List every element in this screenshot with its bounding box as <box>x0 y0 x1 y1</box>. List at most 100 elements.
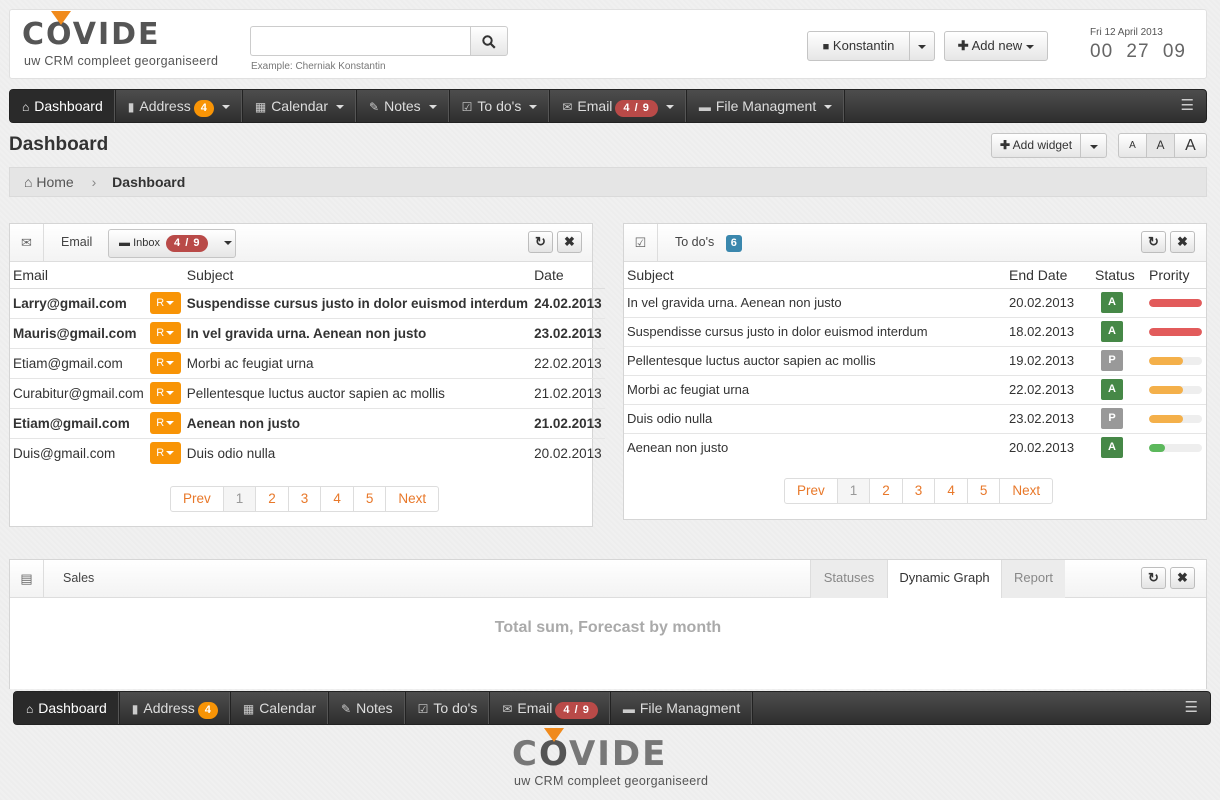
reply-label: R <box>156 327 165 339</box>
close-button[interactable]: ✖ <box>1170 231 1195 253</box>
email-subject: Suspendisse cursus justo in dolor euismo… <box>183 287 532 318</box>
table-row[interactable]: Duis odio nulla 23.02.2013 P <box>624 403 1206 433</box>
col-status[interactable]: Status <box>1092 262 1146 289</box>
folder-select[interactable]: ▬ Inbox 4 / 9 <box>108 229 236 258</box>
status-badge: A <box>1101 292 1123 313</box>
reply-button[interactable]: R <box>149 322 181 344</box>
pager-next[interactable]: Next <box>386 487 438 511</box>
nav-item-file-managment[interactable]: ▬ File Managment <box>687 90 846 122</box>
refresh-button[interactable]: ↻ <box>528 231 553 253</box>
table-row[interactable]: Pellentesque luctus auctor sapien ac mol… <box>624 345 1206 375</box>
nav-item-email[interactable]: ✉ Email 4 / 9 <box>550 90 687 122</box>
todo-widget-header: ☑ To do's 6 ↻ ✖ <box>624 224 1206 262</box>
email-address: Mauris@gmail.com <box>10 317 147 348</box>
nav-item-calendar[interactable]: ▦ Calendar <box>231 692 330 724</box>
nav-item-address[interactable]: ▮ Address 4 <box>116 90 243 122</box>
tab-dynamic-graph[interactable]: Dynamic Graph <box>887 560 1001 598</box>
tab-report[interactable]: Report <box>1001 560 1065 598</box>
pager-page-2[interactable]: 2 <box>256 487 289 511</box>
todo-end-date: 20.02.2013 <box>1006 287 1092 317</box>
nav-item-notes[interactable]: ✎ Notes <box>357 90 450 122</box>
col-email[interactable]: Email <box>10 262 147 289</box>
email-table-header: Email Subject Date <box>10 262 605 289</box>
user-dropdown-toggle[interactable] <box>909 31 935 61</box>
todo-subject: Suspendisse cursus justo in dolor euismo… <box>624 316 1006 346</box>
priority-cell <box>1146 403 1206 433</box>
font-size-small-button[interactable]: A <box>1118 133 1147 158</box>
status-cell: A <box>1092 432 1146 462</box>
nav-item-notes[interactable]: ✎ Notes <box>329 692 406 724</box>
tab-statuses[interactable]: Statuses <box>810 560 887 598</box>
close-button[interactable]: ✖ <box>557 231 582 253</box>
menu-icon[interactable]: ☰ <box>1173 692 1210 724</box>
nav-item-calendar[interactable]: ▦ Calendar <box>243 90 358 122</box>
pager-page-3[interactable]: 3 <box>903 479 936 503</box>
pager-page-3[interactable]: 3 <box>289 487 322 511</box>
pencil-icon: ✎ <box>369 100 380 114</box>
search-input[interactable] <box>250 26 470 56</box>
reply-label: R <box>156 447 165 460</box>
todo-subject: Pellentesque luctus auctor sapien ac mol… <box>624 345 1006 375</box>
nav-item-to-do-s[interactable]: ☑ To do's <box>450 90 551 122</box>
table-row[interactable]: Etiam@gmail.com R Morbi ac feugiat urna 22.… <box>10 347 605 378</box>
col-priority[interactable]: Prority <box>1146 262 1206 289</box>
pager-page-4[interactable]: 4 <box>935 479 968 503</box>
pager-next[interactable]: Next <box>1000 479 1052 503</box>
font-size-large-button[interactable]: A <box>1174 133 1207 158</box>
email-date: 20.02.2013 <box>531 437 605 468</box>
pager-prev[interactable]: Prev <box>171 487 224 511</box>
col-date[interactable]: Date <box>531 262 605 289</box>
nav-item-label: Email <box>577 98 613 114</box>
nav-item-label: To do's <box>477 98 522 114</box>
reply-button[interactable]: R <box>149 292 181 314</box>
col-end-date[interactable]: End Date <box>1006 262 1092 289</box>
table-row[interactable]: Mauris@gmail.com R In vel gravida urna. Ae… <box>10 317 605 348</box>
table-row[interactable]: Duis@gmail.com R Duis odio nulla 20.02.2013 <box>10 437 605 468</box>
footer-logo[interactable]: COVIDE <box>512 737 667 771</box>
table-row[interactable]: In vel gravida urna. Aenean non justo 20.… <box>624 287 1206 317</box>
logo[interactable]: COVIDE <box>22 18 161 52</box>
breadcrumb: ⌂ Home › Dashboard <box>9 167 1207 197</box>
breadcrumb-home[interactable]: Home <box>36 174 73 190</box>
font-size-medium-button[interactable]: A <box>1146 133 1175 158</box>
table-row[interactable]: Larry@gmail.com R Suspendisse cursus justo… <box>10 287 605 318</box>
table-row[interactable]: Morbi ac feugiat urna 22.02.2013 A <box>624 374 1206 404</box>
search-button[interactable] <box>470 26 508 56</box>
pager-page-5[interactable]: 5 <box>354 487 387 511</box>
pager-page-2[interactable]: 2 <box>870 479 903 503</box>
reply-button[interactable]: R <box>149 442 181 465</box>
reply-button[interactable]: R <box>149 352 181 374</box>
reply-cell: R <box>146 377 184 408</box>
table-row[interactable]: Suspendisse cursus justo in dolor euismo… <box>624 316 1206 346</box>
pager-prev[interactable]: Prev <box>785 479 838 503</box>
reply-button[interactable]: R <box>149 382 181 404</box>
nav-item-file-managment[interactable]: ▬ File Managment <box>611 692 754 724</box>
nav-item-dashboard[interactable]: ⌂ Dashboard <box>14 692 120 724</box>
pager-page-4[interactable]: 4 <box>321 487 354 511</box>
add-new-button[interactable]: ✚ Add new <box>944 31 1048 61</box>
add-widget-label: Add widget <box>1012 138 1073 152</box>
user-button[interactable]: ■ Konstantin <box>807 31 910 61</box>
pager-page-5[interactable]: 5 <box>968 479 1001 503</box>
nav-item-email[interactable]: ✉ Email 4 / 9 <box>490 692 611 724</box>
nav-item-dashboard[interactable]: ⌂ Dashboard <box>10 90 116 122</box>
priority-bar <box>1149 414 1202 423</box>
close-button[interactable]: ✖ <box>1170 567 1195 589</box>
menu-icon[interactable]: ☰ <box>1169 90 1206 122</box>
refresh-button[interactable]: ↻ <box>1141 567 1166 589</box>
todo-title: To do's <box>675 235 715 249</box>
table-row[interactable]: Etiam@gmail.com R Aenean non justo 21.02.20… <box>10 407 605 438</box>
reply-button[interactable]: R <box>149 412 181 434</box>
pager-page-1[interactable]: 1 <box>223 487 257 511</box>
nav-item-to-do-s[interactable]: ☑ To do's <box>406 692 491 724</box>
col-subject[interactable]: Subject <box>624 262 1006 289</box>
nav-item-address[interactable]: ▮ Address 4 <box>120 692 231 724</box>
pager-page-1[interactable]: 1 <box>837 479 871 503</box>
add-widget-button[interactable]: ✚ Add widget <box>991 133 1081 158</box>
refresh-button[interactable]: ↻ <box>1141 231 1166 253</box>
table-row[interactable]: Aenean non justo 20.02.2013 A <box>624 432 1206 462</box>
col-subject[interactable]: Subject <box>183 262 532 289</box>
sales-chart-title: Total sum, Forecast by month <box>494 619 722 636</box>
add-widget-dropdown[interactable] <box>1080 133 1107 158</box>
table-row[interactable]: Curabitur@gmail.com R Pellentesque luctus … <box>10 377 605 408</box>
